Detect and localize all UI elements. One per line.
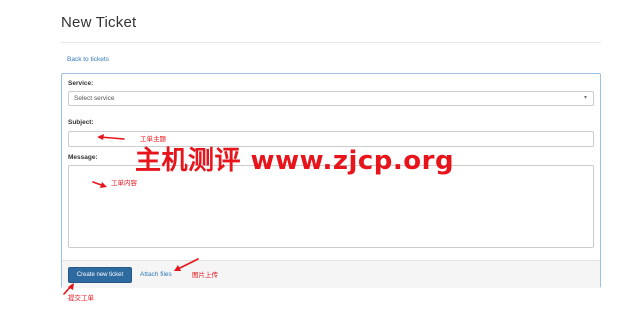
subject-annotation: 工单主题	[140, 135, 166, 143]
message-annotation: 工单内容	[111, 179, 137, 187]
watermark-text: 主机测评 www.zjcp.org	[135, 146, 455, 176]
service-select[interactable]: Select service ▾	[68, 91, 594, 106]
message-textarea[interactable]	[68, 165, 594, 248]
attach-annotation: 图片上传	[192, 271, 218, 279]
submit-annotation: 提交工单	[68, 294, 94, 302]
message-label: Message:	[68, 154, 98, 161]
service-label: Service:	[68, 80, 94, 87]
create-ticket-button[interactable]: Create new ticket	[68, 267, 132, 283]
page-title: New Ticket	[61, 14, 137, 31]
chevron-down-icon: ▾	[583, 95, 587, 101]
attach-files-link[interactable]: Attach files	[140, 271, 172, 278]
service-select-value: Select service	[74, 95, 115, 102]
back-to-tickets-link[interactable]: Back to tickets	[67, 56, 109, 63]
subject-label: Subject:	[68, 119, 94, 126]
title-divider	[61, 42, 601, 43]
